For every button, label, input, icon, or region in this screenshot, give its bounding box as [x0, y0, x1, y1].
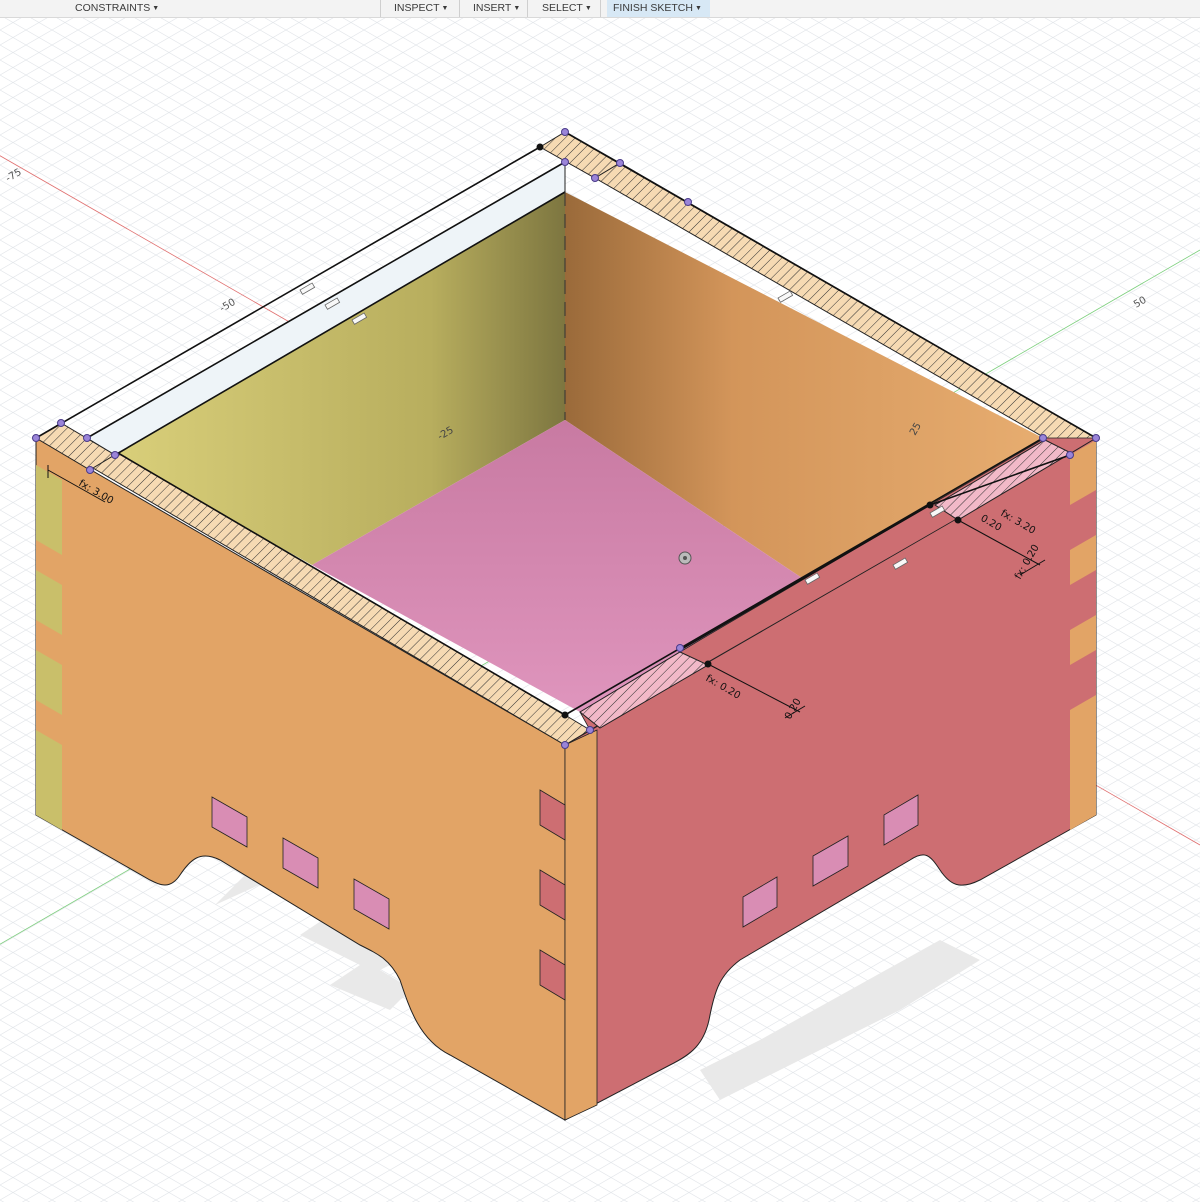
constraints-label: CONSTRAINTS: [75, 2, 151, 14]
finish-sketch-label: FINISH SKETCH: [613, 2, 693, 14]
left-finger-joint-tabs: [36, 540, 62, 745]
chevron-down-icon: ▼: [152, 5, 160, 12]
front-corner-joint: [564, 729, 598, 1121]
origin-icon[interactable]: [678, 551, 692, 565]
3d-viewport[interactable]: -75 -50 50 -25 25 fx: 3.00 fx: 3.20 0.20…: [0, 0, 1200, 1202]
toolbar-divider: [527, 0, 528, 17]
select-label: SELECT: [542, 2, 583, 14]
sketch-toolbar: CONSTRAINTS ▼ INSPECT ▼ INSERT ▼ SELECT ▼ FI…: [0, 0, 1200, 18]
select-menu[interactable]: SELECT ▼: [536, 0, 598, 17]
front-corner-tabs: [539, 789, 566, 1001]
chevron-down-icon: ▼: [584, 5, 592, 12]
toolbar-divider: [380, 0, 381, 17]
insert-label: INSERT: [473, 2, 512, 14]
toolbar-divider: [600, 0, 601, 17]
inspect-label: INSPECT: [394, 2, 440, 14]
chevron-down-icon: ▼: [694, 5, 702, 12]
constraints-menu[interactable]: CONSTRAINTS ▼: [69, 0, 165, 17]
inspect-menu[interactable]: INSPECT ▼: [388, 0, 454, 17]
finish-sketch-button[interactable]: FINISH SKETCH ▼: [607, 0, 710, 17]
chevron-down-icon: ▼: [513, 5, 521, 12]
toolbar-divider: [459, 0, 460, 17]
insert-menu[interactable]: INSERT ▼: [467, 0, 526, 17]
chevron-down-icon: ▼: [441, 5, 449, 12]
right-finger-joint-tabs: [1070, 490, 1096, 710]
